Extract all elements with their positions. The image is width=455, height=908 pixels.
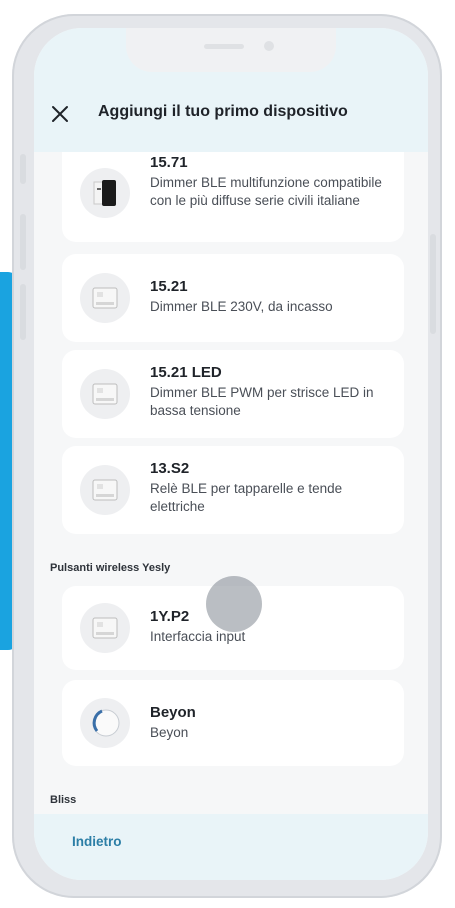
device-card-15-21[interactable]: 15.21 Dimmer BLE 230V, da incasso xyxy=(62,254,404,342)
device-title: 15.71 xyxy=(150,154,188,171)
device-card-beyon[interactable]: Beyon Beyon xyxy=(62,680,404,766)
volume-up-button xyxy=(20,214,26,270)
device-list[interactable]: 15.71 Dimmer BLE multifunzione compatibi… xyxy=(34,152,428,814)
device-description: Interfaccia input xyxy=(150,629,246,644)
back-button[interactable]: Indietro xyxy=(72,834,122,849)
notch xyxy=(126,28,336,72)
device-card-13-s2[interactable]: 13.S2 Relè BLE per tapparelle e tende el… xyxy=(62,446,404,534)
device-description: Beyon xyxy=(150,725,189,740)
device-description: Dimmer BLE multifunzione compatibile con… xyxy=(150,175,382,208)
footer-bar: Indietro xyxy=(34,814,428,880)
device-image-15-21-led xyxy=(80,369,130,419)
dimmer-box-icon xyxy=(93,180,116,206)
section-label-bliss: Bliss xyxy=(50,794,77,806)
status-bar xyxy=(34,28,428,76)
speaker-grille xyxy=(204,44,244,49)
device-title: 13.S2 xyxy=(150,460,190,477)
front-camera xyxy=(264,41,274,51)
module-icon xyxy=(92,479,118,501)
device-card-15-21-led[interactable]: 15.21 LED Dimmer BLE PWM per strisce LED… xyxy=(62,350,404,438)
device-description: Relè BLE per tapparelle e tende elettric… xyxy=(150,481,343,514)
power-button xyxy=(430,234,436,334)
section-label-wireless: Pulsanti wireless Yesly xyxy=(50,562,171,574)
round-button-icon xyxy=(92,709,120,737)
volume-down-button xyxy=(20,284,26,340)
close-icon xyxy=(52,106,68,122)
module-icon xyxy=(92,287,118,309)
app-screen: Aggiungi il tuo primo dispositivo 15.71 … xyxy=(34,28,428,880)
page-title: Aggiungi il tuo primo dispositivo xyxy=(98,103,348,120)
module-icon xyxy=(92,617,118,639)
device-image-15-71 xyxy=(80,168,130,218)
device-card-15-71[interactable]: 15.71 Dimmer BLE multifunzione compatibi… xyxy=(62,152,404,242)
mute-switch xyxy=(20,154,26,184)
device-image-13-s2 xyxy=(80,465,130,515)
device-title: 15.21 xyxy=(150,278,188,295)
device-image-beyon xyxy=(80,698,130,748)
device-title: 15.21 LED xyxy=(150,364,222,381)
device-title: 1Y.P2 xyxy=(150,608,190,625)
app-header: Aggiungi il tuo primo dispositivo xyxy=(34,76,428,152)
close-button[interactable] xyxy=(48,102,72,126)
touch-indicator xyxy=(206,576,262,632)
device-description: Dimmer BLE PWM per strisce LED in bassa … xyxy=(150,385,374,418)
device-description: Dimmer BLE 230V, da incasso xyxy=(150,299,333,314)
device-image-1y-p2 xyxy=(80,603,130,653)
device-title: Beyon xyxy=(150,704,196,721)
device-image-15-21 xyxy=(80,273,130,323)
module-icon xyxy=(92,383,118,405)
